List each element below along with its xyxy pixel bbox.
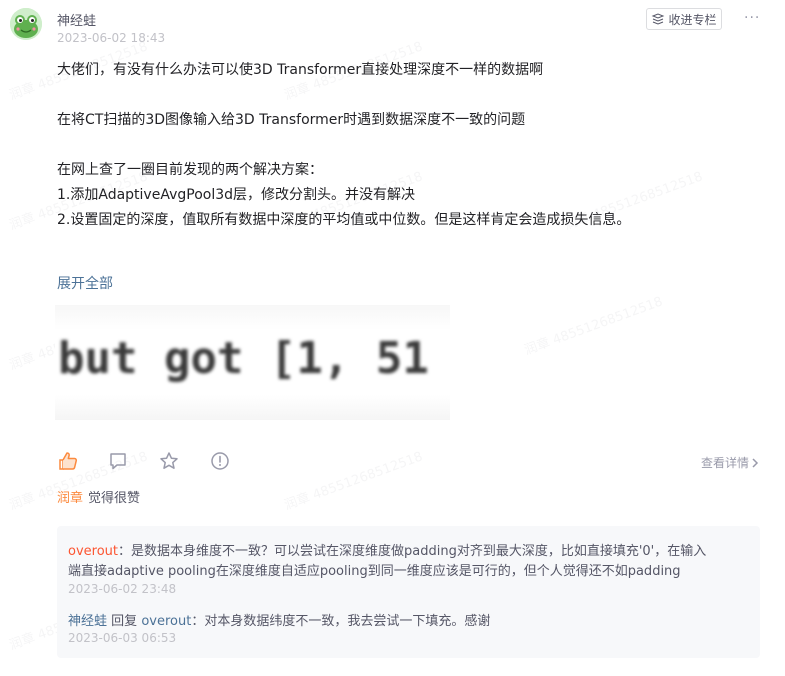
comment-button[interactable] (107, 450, 129, 472)
like-summary: 润章 觉得很赞 (57, 487, 140, 506)
post-paragraph: 在网上查了一圈目前发现的两个解决方案： (57, 162, 323, 178)
expand-all-link[interactable]: 展开全部 (57, 273, 113, 293)
comment-text-continued: 端直接adaptive pooling在深度维度自适应pooling到同一维度应… (68, 564, 681, 579)
reply-time: 2023-06-03 06:53 (68, 631, 177, 645)
watermark: 润章 48551268512518 (522, 294, 665, 359)
author-name[interactable]: 神经蛙 (57, 10, 96, 29)
view-detail-label: 查看详情 (701, 456, 750, 470)
reply-user[interactable]: 神经蛙 (68, 614, 107, 629)
thumbs-up-icon (59, 452, 78, 470)
liker-text: 觉得很赞 (88, 491, 141, 506)
collect-to-column-button[interactable]: 收进专栏 (646, 8, 722, 30)
like-button[interactable] (57, 450, 79, 472)
watermark: 润章 48551268512518 (282, 449, 425, 514)
avatar[interactable] (10, 8, 42, 40)
post-paragraph: 1.添加AdaptiveAvgPool3d层，修改分割头。并没有解决 (57, 187, 416, 203)
favorite-button[interactable] (158, 450, 180, 472)
reply-body: ：对本身数据纬度不一致，我去尝试一下填充。感谢 (191, 614, 491, 629)
post-time: 2023-06-02 18:43 (57, 31, 166, 45)
post-image-text: but got [1, 51 (58, 333, 429, 384)
collect-label: 收进专栏 (668, 12, 717, 27)
frog-avatar-icon (10, 8, 42, 40)
star-icon (160, 452, 178, 469)
alert-icon (211, 452, 229, 470)
comment-list: overout：是数据本身维度不一致？可以尝试在深度维度做padding对齐到最… (57, 526, 760, 658)
report-button[interactable] (209, 450, 231, 472)
post-paragraph: 2.设置固定的深度，值取所有数据中深度的平均值或中位数。但是这样肯定会造成损失信… (57, 212, 631, 228)
comment-body: ：是数据本身维度不一致？可以尝试在深度维度做padding对齐到最大深度，比如直… (118, 544, 707, 559)
post-paragraph: 在将CT扫描的3D图像输入给3D Transformer时遇到数据深度不一致的问… (57, 112, 526, 128)
reply-word: 回复 (111, 614, 138, 629)
more-options-button[interactable]: ··· (744, 10, 760, 26)
comment-time: 2023-06-02 23:48 (68, 582, 177, 596)
post-image[interactable]: but got [1, 51 (55, 305, 450, 420)
post-paragraph: 大佬们，有没有什么办法可以使3D Transformer直接处理深度不一样的数据… (57, 62, 544, 78)
collect-icon (652, 13, 665, 25)
chevron-right-icon (752, 457, 759, 468)
view-detail-link[interactable]: 查看详情 (701, 454, 759, 471)
comment-reply: 神经蛙 回复 overout：对本身数据纬度不一致，我去尝试一下填充。感谢 (68, 610, 490, 629)
reply-to-user[interactable]: overout (141, 614, 191, 629)
comment-user[interactable]: overout (68, 544, 118, 559)
comment-text: overout：是数据本身维度不一致？可以尝试在深度维度做padding对齐到最… (68, 540, 706, 559)
liker-name[interactable]: 润章 (57, 491, 83, 506)
comment-icon (110, 453, 126, 470)
